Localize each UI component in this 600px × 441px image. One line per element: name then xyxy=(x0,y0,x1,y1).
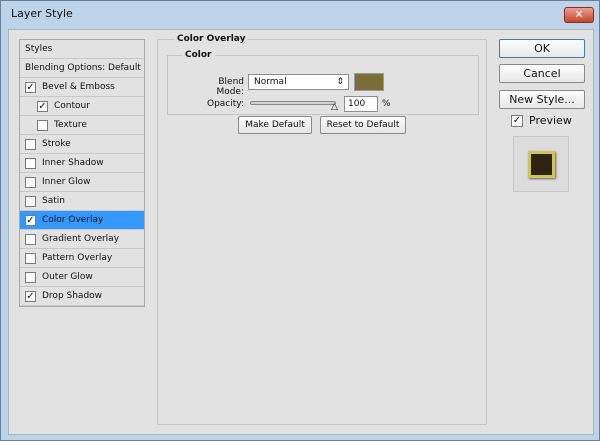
style-item-label: Blending Options: Default xyxy=(25,63,141,73)
checkbox-icon[interactable] xyxy=(25,157,36,169)
style-item-label: Bevel & Emboss xyxy=(42,82,115,92)
style-item-contour[interactable]: ✓ Contour xyxy=(20,97,144,116)
style-item-inner-shadow[interactable]: Inner Shadow xyxy=(20,154,144,173)
slider-thumb-icon[interactable]: △ xyxy=(331,102,338,112)
make-default-button[interactable]: Make Default xyxy=(238,116,312,134)
opacity-unit: % xyxy=(382,99,391,109)
checkbox-checked-icon[interactable]: ✓ xyxy=(25,290,36,302)
style-item-outer-glow[interactable]: Outer Glow xyxy=(20,268,144,287)
styles-list: Styles Blending Options: Default ✓ Bevel & … xyxy=(19,39,145,307)
checkbox-icon[interactable] xyxy=(25,252,36,264)
checkbox-checked-icon[interactable]: ✓ xyxy=(25,214,36,226)
checkbox-icon[interactable] xyxy=(25,271,36,283)
style-item-label: Texture xyxy=(54,120,87,130)
checkbox-checked-icon[interactable]: ✓ xyxy=(25,81,36,93)
blend-mode-label: Blend Mode: xyxy=(216,77,244,97)
style-item-label: Satin xyxy=(42,196,65,206)
blend-mode-select[interactable]: Normal ⇕ xyxy=(248,74,349,90)
close-button[interactable]: ✕ xyxy=(564,7,594,23)
style-item-label: Stroke xyxy=(42,139,71,149)
style-item-label: Pattern Overlay xyxy=(42,253,113,263)
style-item-blending-options-default[interactable]: Blending Options: Default xyxy=(20,59,144,78)
overlay-color-swatch[interactable] xyxy=(354,73,384,91)
reset-to-default-button[interactable]: Reset to Default xyxy=(320,116,406,134)
select-arrows-icon: ⇕ xyxy=(336,77,344,87)
style-preview-thumbnail xyxy=(513,136,569,192)
checkbox-icon[interactable] xyxy=(37,119,48,131)
style-item-texture[interactable]: Texture xyxy=(20,116,144,135)
style-item-label: Drop Shadow xyxy=(42,291,103,301)
checkbox-icon[interactable] xyxy=(25,176,36,188)
style-item-satin[interactable]: Satin xyxy=(20,192,144,211)
style-item-label: Outer Glow xyxy=(42,272,93,282)
check-icon: ✓ xyxy=(511,114,523,127)
new-style-button[interactable]: New Style... xyxy=(499,90,585,109)
style-item-label: Color Overlay xyxy=(42,215,104,225)
checkbox-icon[interactable] xyxy=(25,233,36,245)
layer-style-dialog: Layer Style ✕ Styles Blending Options: De… xyxy=(0,0,600,441)
opacity-input[interactable]: 100 xyxy=(344,96,378,112)
checkbox-checked-icon[interactable]: ✓ xyxy=(37,100,48,112)
opacity-label: Opacity: xyxy=(207,99,244,109)
style-item-label: Contour xyxy=(54,101,90,111)
window-title: Layer Style xyxy=(11,7,73,20)
style-item-label: Inner Glow xyxy=(42,177,91,187)
style-item-label: Styles xyxy=(25,44,53,54)
style-item-drop-shadow[interactable]: ✓ Drop Shadow xyxy=(20,287,144,306)
style-item-inner-glow[interactable]: Inner Glow xyxy=(20,173,144,192)
color-overlay-panel: Color Overlay Color Blend Mode: Normal ⇕ … xyxy=(157,34,487,425)
style-item-gradient-overlay[interactable]: Gradient Overlay xyxy=(20,230,144,249)
preview-square xyxy=(528,151,555,178)
preview-label: Preview xyxy=(529,114,572,127)
preview-checkbox[interactable]: ✓ Preview xyxy=(511,114,572,127)
cancel-button[interactable]: Cancel xyxy=(499,64,585,83)
style-item-stroke[interactable]: Stroke xyxy=(20,135,144,154)
dialog-body: Styles Blending Options: Default ✓ Bevel & … xyxy=(8,29,594,435)
checkbox-icon[interactable] xyxy=(25,138,36,150)
style-item-bevel-emboss[interactable]: ✓ Bevel & Emboss xyxy=(20,78,144,97)
style-item-label: Inner Shadow xyxy=(42,158,104,168)
ok-button[interactable]: OK xyxy=(499,39,585,58)
group-title: Color xyxy=(182,50,215,60)
style-item-color-overlay[interactable]: ✓ Color Overlay xyxy=(20,211,144,230)
style-item-pattern-overlay[interactable]: Pattern Overlay xyxy=(20,249,144,268)
color-group: Color Blend Mode: Normal ⇕ Opacity: △ 100… xyxy=(167,50,479,115)
checkbox-icon[interactable] xyxy=(25,195,36,207)
style-item-styles[interactable]: Styles xyxy=(20,40,144,59)
style-item-label: Gradient Overlay xyxy=(42,234,120,244)
opacity-slider[interactable] xyxy=(250,101,336,105)
blend-mode-value: Normal xyxy=(254,77,287,87)
panel-title: Color Overlay xyxy=(174,34,249,44)
